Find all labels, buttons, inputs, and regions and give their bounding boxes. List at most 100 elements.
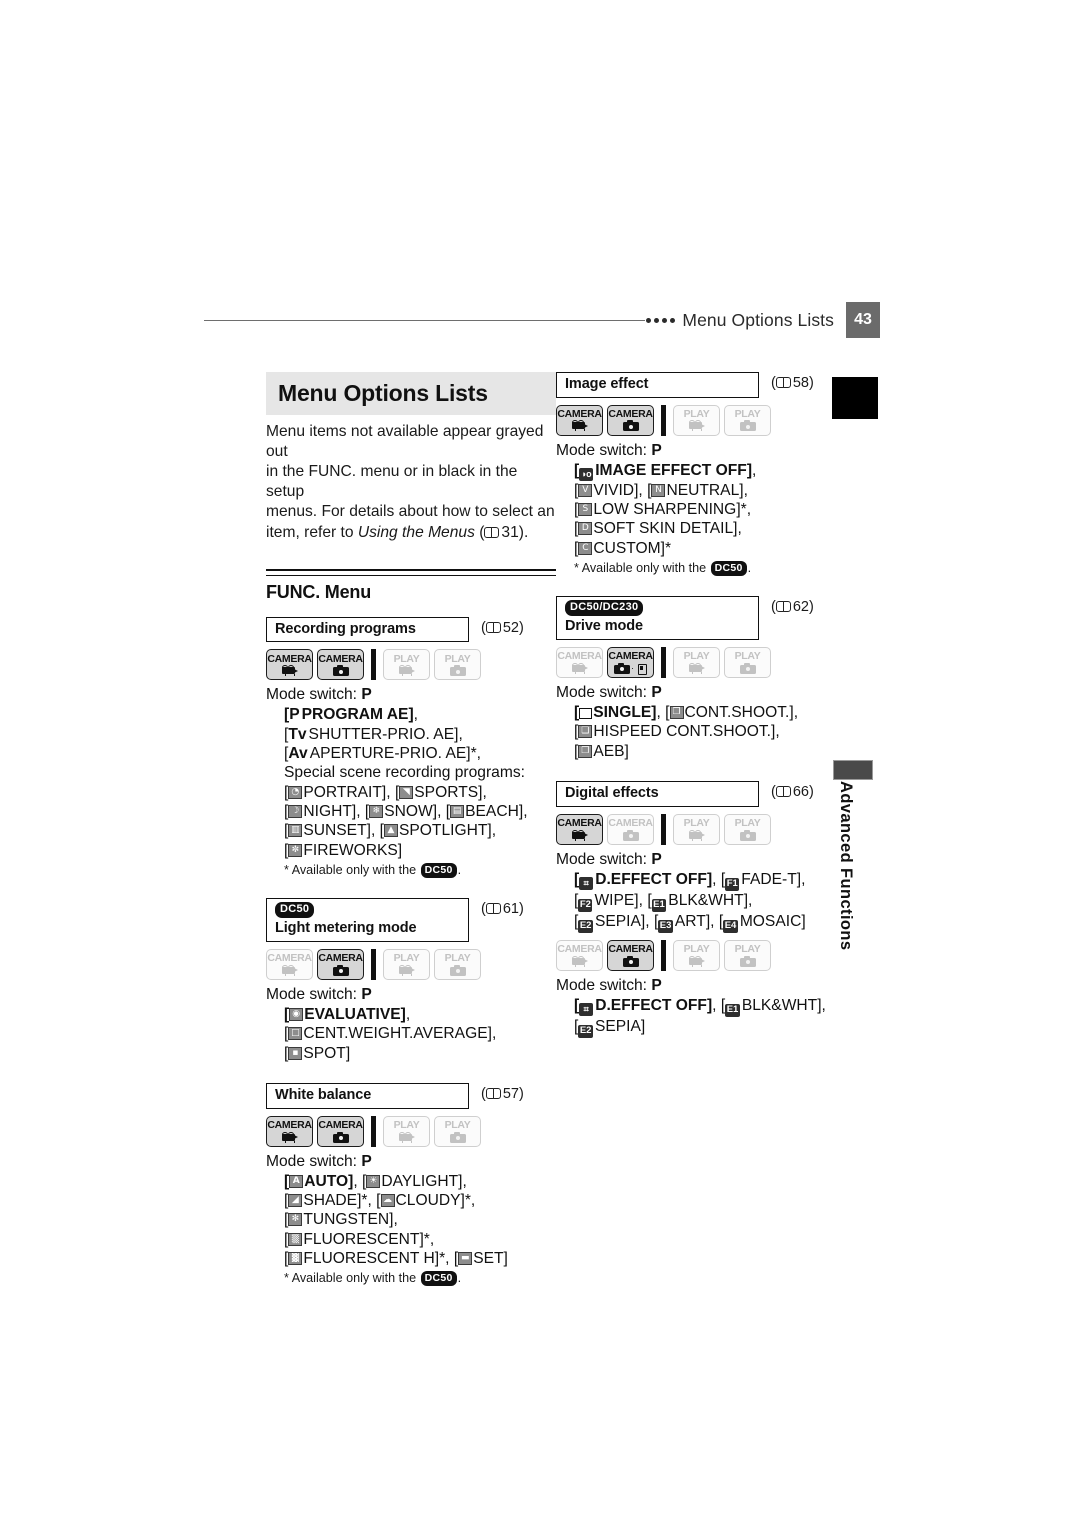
menu-item-name: Digital effects xyxy=(565,785,659,802)
option-item: [F2 WIPE] xyxy=(574,891,639,912)
video-camera-icon xyxy=(280,964,300,976)
book-icon xyxy=(485,1088,501,1100)
option-trailing-punct: , xyxy=(638,891,643,909)
photo-camera-icon xyxy=(332,964,349,976)
option-item: [▪ SPOT] xyxy=(284,1044,351,1062)
video-camera-icon xyxy=(570,662,590,674)
option-label: SPORTS xyxy=(414,783,479,801)
mode-availability-row: CAMERA CAMERA PLAY PLAY xyxy=(556,813,846,845)
option-trailing-punct: , xyxy=(656,704,661,722)
mode-badge-play-still-off: PLAY xyxy=(434,949,481,981)
menu-item-name-box: Digital effects xyxy=(556,781,759,807)
mode-badge-camera-video-off: CAMERA xyxy=(556,647,603,679)
left-column: Menu Options Lists Menu items not availa… xyxy=(266,372,556,1306)
menu-item-block: Recording programs (52) CAMERA CAMERA PLAY PL… xyxy=(266,616,556,894)
option-label: BLK&WHT xyxy=(668,891,744,909)
mode-switch-line: Mode switch: P xyxy=(556,684,846,702)
mode-badge-play-video-off: PLAY xyxy=(383,949,430,981)
option-line: [▥ SUNSET], [▲ SPOTLIGHT], xyxy=(284,821,556,840)
option-trailing-punct: , xyxy=(353,1172,358,1190)
model-badge: DC50 xyxy=(710,560,747,576)
mode-badge-camera-video-on: CAMERA xyxy=(266,649,313,681)
menu-item-header-row: Recording programs (52) xyxy=(266,616,556,643)
photo-camera-icon xyxy=(622,955,639,967)
option-label: WIPE xyxy=(594,891,635,909)
option-label: FLUORESCENT xyxy=(303,1230,420,1248)
option-line: [⌗ D.EFFECT OFF], [E1 BLK&WHT], xyxy=(574,996,846,1017)
option-item: [◉ EVALUATIVE] xyxy=(284,1006,406,1024)
option-trailing-punct: *, xyxy=(423,1230,435,1248)
option-item: [▓ FLUORESCENT H] xyxy=(284,1250,440,1268)
menu-item-header-row: DC50 Light metering mode (61) xyxy=(266,897,556,943)
mode-badge-camera-still-on: CAMERA xyxy=(317,949,364,981)
option-item: [E1 BLK&WHT] xyxy=(720,996,822,1017)
night-scene-icon: ☽ xyxy=(288,804,303,818)
video-camera-icon xyxy=(687,662,707,674)
option-list: [⌗ D.EFFECT OFF], [E1 BLK&WHT],[E2 SEPIA] xyxy=(574,996,846,1038)
option-trailing-punct: , xyxy=(712,996,717,1014)
option-item: [N NEUTRAL] xyxy=(647,481,744,499)
option-trailing-punct: *, xyxy=(740,501,752,518)
option-item: [◑ᴏ IMAGE EFFECT OFF] xyxy=(574,461,753,481)
photo-camera-icon xyxy=(739,420,756,432)
photo-camera-icon xyxy=(739,662,756,674)
option-label: EVALUATIVE xyxy=(304,1006,401,1024)
mode-badge-play-video-off: PLAY xyxy=(383,649,430,681)
fluorescent-h-icon: ▓ xyxy=(288,1252,303,1266)
mode-badge-play-still-off: PLAY xyxy=(434,1115,481,1147)
book-icon xyxy=(485,621,501,633)
mode-group-divider xyxy=(371,949,376,981)
option-item: [✻ TUNGSTEN] xyxy=(284,1211,394,1229)
option-item: [E4 MOSAIC] xyxy=(718,912,806,933)
option-item: [☀ DAYLIGHT] xyxy=(362,1172,463,1190)
page-reference-number: 52 xyxy=(502,619,519,636)
mode-switch-label: Mode switch: xyxy=(556,441,652,459)
option-label: FIREWORKS xyxy=(303,841,398,859)
photo-camera-icon xyxy=(622,420,639,432)
video-camera-icon xyxy=(570,420,590,432)
option-line: [Tv SHUTTER-PRIO. AE], xyxy=(284,725,556,744)
option-item: [▲ SPOTLIGHT] xyxy=(379,822,492,840)
hispeed-continuous-shoot-icon: ❑ xyxy=(578,725,593,739)
intro-paragraph: Menu items not available appear grayed o… xyxy=(266,422,556,543)
photo-camera-icon xyxy=(449,1131,466,1143)
custom-effect-icon: C xyxy=(578,541,593,555)
beach-scene-icon: ▤ xyxy=(450,804,465,818)
option-trailing-punct: , xyxy=(491,1025,497,1043)
option-trailing-punct: , xyxy=(801,870,806,888)
option-item: [E2 SEPIA] xyxy=(574,1017,646,1038)
mode-switch-label: Mode switch: xyxy=(556,850,652,868)
video-camera-icon xyxy=(570,829,590,841)
photo-camera-icon xyxy=(332,1131,349,1143)
option-trailing-punct: , xyxy=(462,1172,467,1190)
option-trailing-punct: *, xyxy=(464,1192,476,1210)
model-badge: DC50 xyxy=(420,1271,457,1287)
mode-badge-play-still-off: PLAY xyxy=(724,404,771,436)
option-mode-tag: P xyxy=(289,706,300,724)
option-label: APERTURE-PRIO. AE xyxy=(309,744,467,762)
page-reference: (66) xyxy=(771,784,814,801)
mode-badge-camera-video-on: CAMERA xyxy=(556,813,603,845)
spot-metering-icon: ▪ xyxy=(288,1046,303,1060)
sepia-icon: E2 xyxy=(578,919,593,933)
page-reference: (61) xyxy=(481,900,524,917)
photo-and-card-icon: · xyxy=(614,662,647,675)
option-trailing-punct: , xyxy=(458,725,463,743)
option-label: NEUTRAL xyxy=(666,481,740,499)
header-title: Menu Options Lists xyxy=(682,309,834,330)
mode-switch-line: Mode switch: P xyxy=(266,686,556,704)
option-label: SET xyxy=(473,1250,504,1268)
mode-badge-camera-video-on: CAMERA xyxy=(266,1115,313,1147)
page-reference-number: 57 xyxy=(502,1086,519,1103)
option-line: [◔ PORTRAIT], [◥ SPORTS], xyxy=(284,783,556,802)
mode-availability-row: CAMERA CAMERA PLAY PLAY xyxy=(266,949,556,981)
mode-group-divider xyxy=(661,939,666,971)
snow-scene-icon: ❄ xyxy=(369,804,384,818)
option-list: [⌗ D.EFFECT OFF], [F1 FADE-T],[F2 WIPE], [E… xyxy=(574,870,846,933)
option-trailing-punct: , xyxy=(775,723,780,741)
video-camera-icon xyxy=(687,420,707,432)
footnote-text: * Available only with the xyxy=(574,560,710,575)
option-item: [Av APERTURE-PRIO. AE] xyxy=(284,744,471,762)
option-line: Special scene recording programs: xyxy=(284,763,556,782)
